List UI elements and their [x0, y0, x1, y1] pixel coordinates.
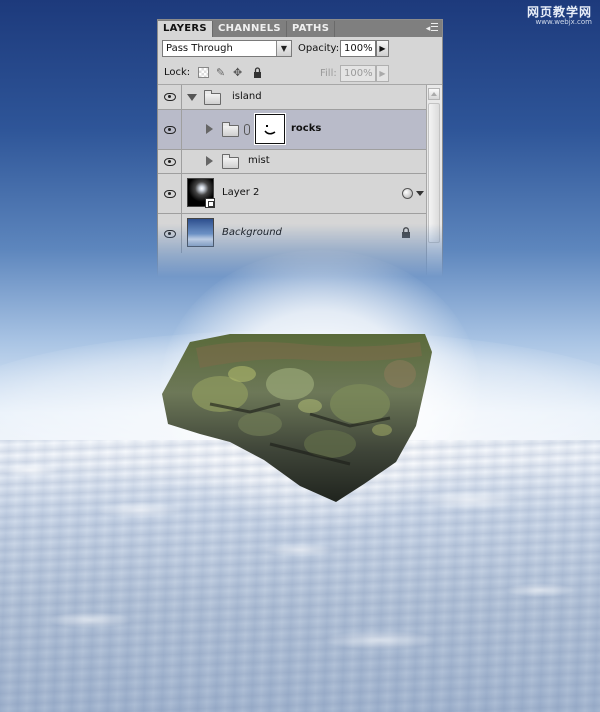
tab-paths[interactable]: PATHS — [287, 21, 336, 37]
watermark-title: 网页教学网 — [526, 5, 592, 19]
layer-name: Layer 2 — [222, 187, 260, 198]
panel-tab-bar: LAYERS CHANNELS PATHS ◂ — [158, 20, 442, 37]
lock-transparent-icon[interactable] — [198, 67, 209, 78]
opacity-input[interactable]: 100% — [340, 40, 376, 57]
layer-name: island — [232, 91, 262, 102]
layer-name: mist — [248, 155, 270, 166]
layers-panel: LAYERS CHANNELS PATHS ◂ Pass Through ▼ O… — [157, 19, 443, 278]
scroll-up-arrow-icon[interactable] — [428, 88, 440, 100]
folder-icon — [204, 90, 221, 105]
layer-row-rocks[interactable]: rocks — [158, 110, 426, 150]
visibility-toggle[interactable] — [158, 214, 182, 253]
fill-slider-button[interactable]: ▶ — [376, 65, 389, 82]
eye-icon — [163, 157, 176, 166]
panel-menu-button[interactable]: ◂ — [425, 22, 439, 34]
layer-row-mist[interactable]: mist — [158, 150, 426, 174]
lock-all-icon[interactable] — [252, 67, 263, 78]
layer-row-island[interactable]: island — [158, 85, 426, 110]
folder-icon — [222, 154, 239, 169]
fill-label: Fill: — [320, 68, 337, 79]
layer-row-layer-2[interactable]: Layer 2 — [158, 174, 426, 214]
layer-row-background[interactable]: Background — [158, 214, 426, 253]
layer-name: rocks — [291, 123, 322, 134]
lock-icon — [401, 227, 411, 241]
opacity-slider-button[interactable]: ▶ — [376, 40, 389, 57]
collapse-triangle-icon[interactable] — [206, 124, 213, 134]
layer-mask-thumbnail[interactable] — [254, 113, 286, 145]
folder-icon — [222, 122, 239, 137]
visibility-toggle[interactable] — [158, 110, 182, 149]
smart-object-icon — [205, 198, 215, 208]
mask-shape-icon — [264, 125, 276, 135]
visibility-toggle[interactable] — [158, 150, 182, 173]
mask-link-chain-icon[interactable] — [244, 124, 250, 135]
expand-triangle-icon[interactable] — [187, 94, 197, 101]
lock-label: Lock: — [164, 67, 191, 78]
collapse-triangle-icon[interactable] — [206, 156, 213, 166]
blend-mode-select[interactable]: Pass Through ▼ — [162, 40, 292, 57]
layer-thumbnail — [187, 218, 214, 247]
lock-row: Lock: ✎ ✥ Fill: 100% ▶ — [158, 62, 442, 85]
visibility-toggle[interactable] — [158, 174, 182, 213]
watermark: 网页教学网 www.webjx.com — [527, 6, 592, 26]
expand-effects-arrow-icon[interactable] — [416, 191, 424, 196]
blend-mode-value: Pass Through — [166, 43, 233, 54]
eye-icon — [163, 93, 176, 101]
watermark-url: www.webjx.com — [535, 18, 593, 26]
panel-menu-icon: ◂ — [426, 22, 439, 34]
visibility-toggle[interactable] — [158, 85, 182, 109]
tab-channels[interactable]: CHANNELS — [213, 21, 287, 37]
opacity-label: Opacity: — [298, 43, 340, 54]
fill-input[interactable]: 100% — [340, 65, 376, 82]
layers-scrollbar[interactable] — [426, 85, 442, 275]
eye-icon — [163, 229, 176, 238]
layers-list: island rocks mist Layer 2 Background — [158, 85, 426, 253]
blend-row: Pass Through ▼ Opacity: 100% ▶ — [158, 37, 442, 62]
tab-layers[interactable]: LAYERS — [158, 21, 213, 37]
eye-icon — [163, 189, 176, 198]
lock-pixels-brush-icon[interactable]: ✎ — [216, 67, 227, 78]
layer-name: Background — [222, 227, 282, 238]
chevron-down-icon[interactable]: ▼ — [276, 41, 291, 56]
floating-rock-island — [162, 334, 432, 502]
layer-effects-icon[interactable] — [402, 188, 413, 199]
eye-icon — [163, 125, 176, 134]
scrollbar-thumb[interactable] — [428, 103, 440, 243]
lock-position-move-icon[interactable]: ✥ — [233, 67, 244, 78]
